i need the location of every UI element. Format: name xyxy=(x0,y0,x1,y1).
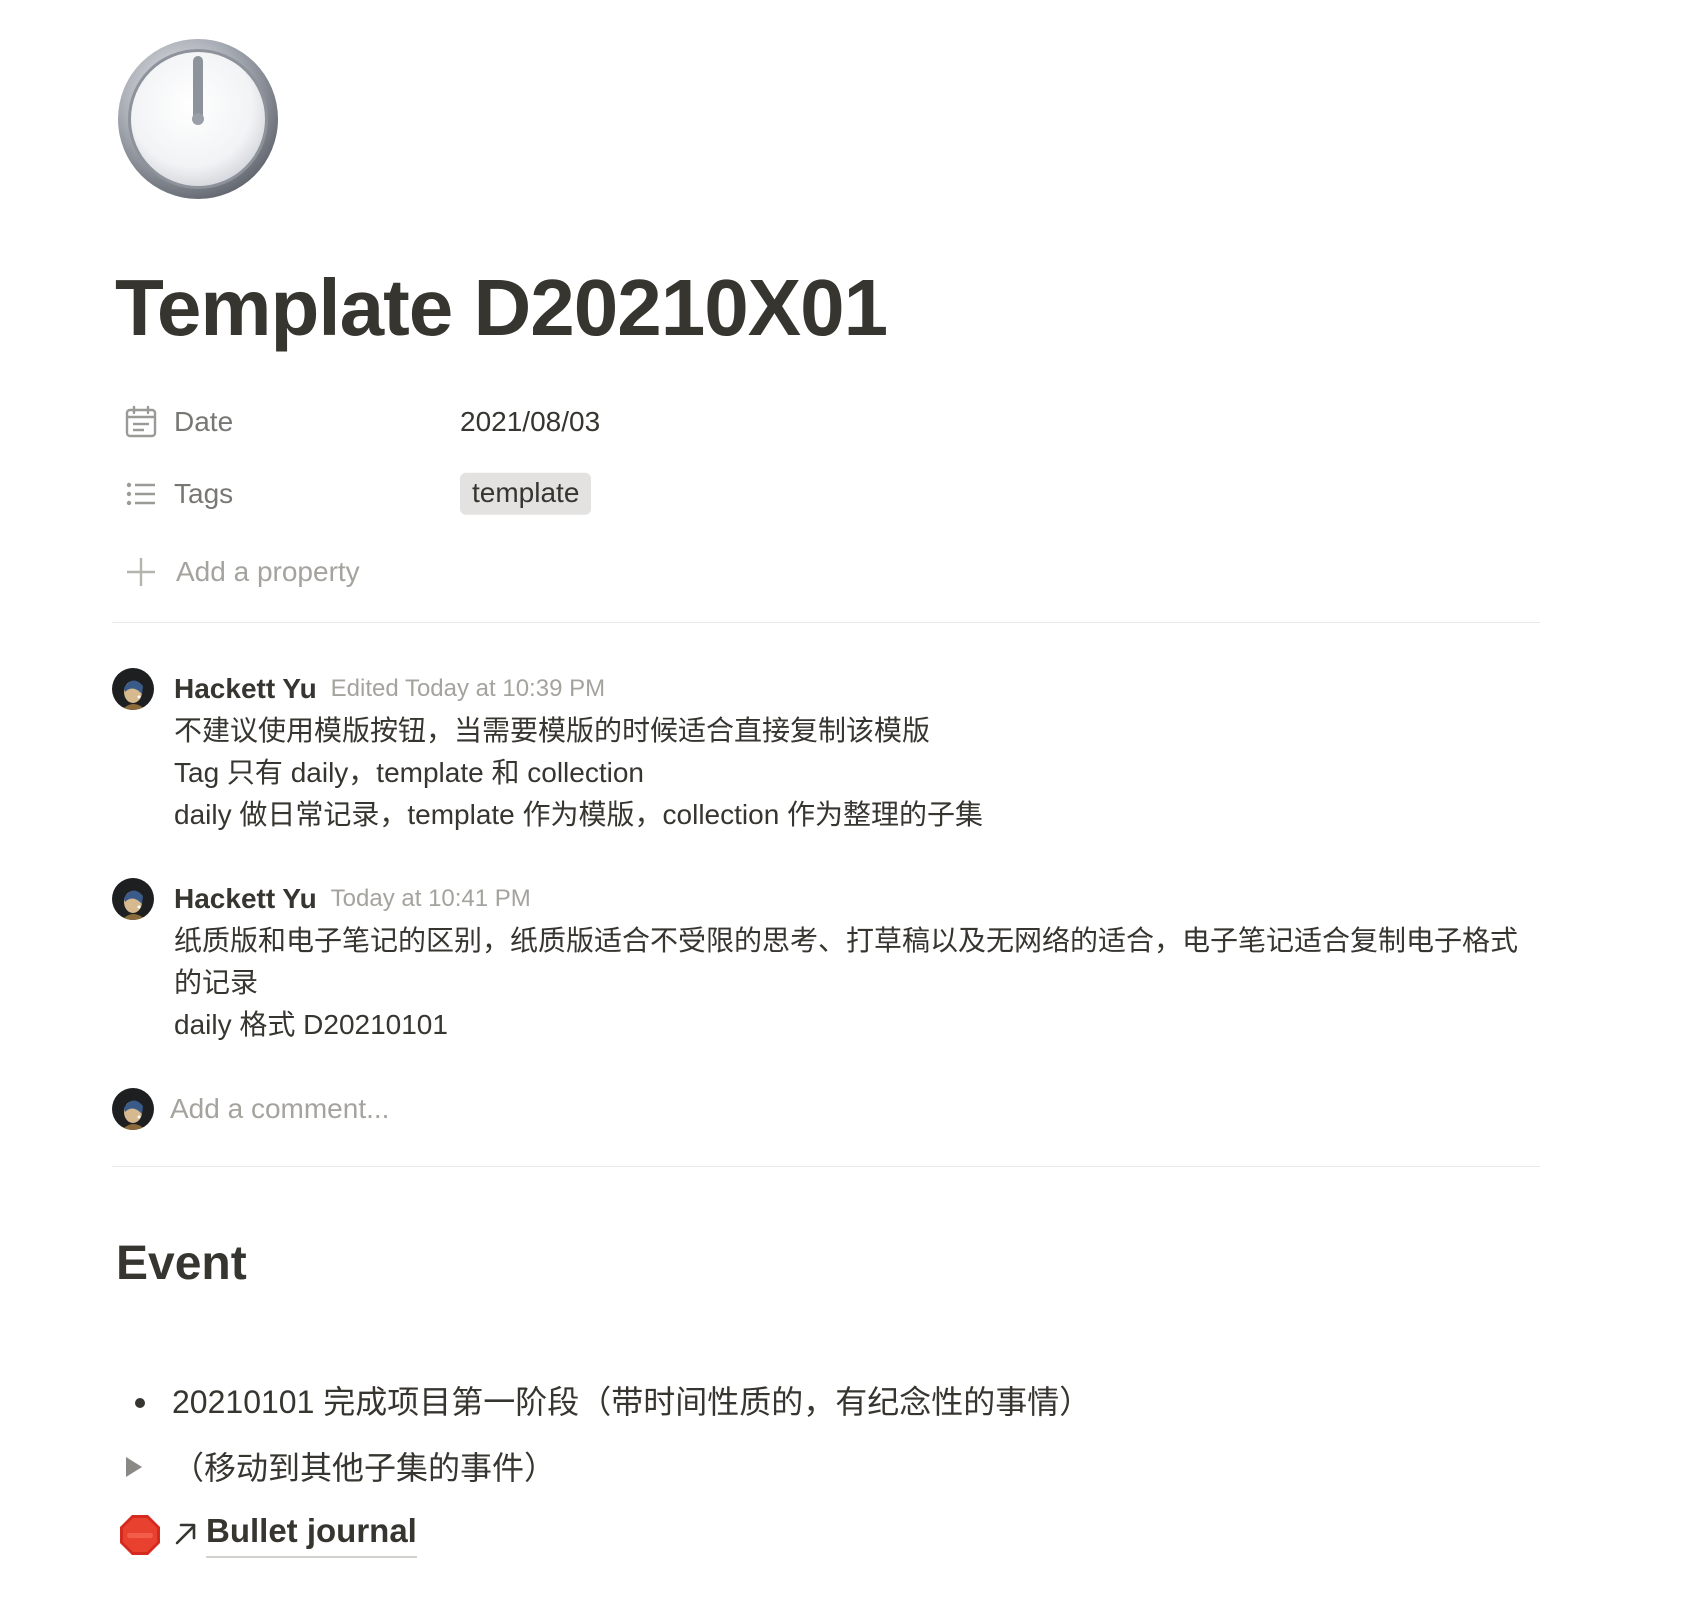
avatar xyxy=(112,1088,154,1130)
calendar-icon xyxy=(125,405,157,438)
property-value-tags[interactable]: template xyxy=(460,472,592,516)
toggle-text[interactable]: （移动到其他子集的事件） xyxy=(172,1440,556,1496)
avatar[interactable] xyxy=(112,668,154,710)
link-arrow-icon xyxy=(175,1523,196,1545)
comment-timestamp[interactable]: Edited Today at 10:39 PM xyxy=(331,675,605,703)
bullet-icon xyxy=(135,1398,145,1408)
property-tags[interactable]: Tags template xyxy=(120,472,1540,516)
comment-timestamp[interactable]: Today at 10:41 PM xyxy=(331,885,531,913)
comment-body: 不建议使用模版按钮，当需要模版的时候适合直接复制该模版 Tag 只有 daily… xyxy=(174,710,1544,836)
bulleted-list-item[interactable]: 20210101 完成项目第一阶段（带时间性质的，有纪念性的事情） xyxy=(116,1374,1536,1430)
comment: Hackett Yu Edited Today at 10:39 PM 不建议使… xyxy=(112,668,1540,830)
comment-header: Hackett Yu Today at 10:41 PM xyxy=(174,878,531,920)
stop-sign-icon xyxy=(120,1515,160,1555)
page-title[interactable]: Template D20210X01 xyxy=(115,262,888,354)
comment-composer: Add a comment... xyxy=(112,1088,1540,1130)
property-name[interactable]: Tags xyxy=(174,478,233,510)
toggle-arrow-icon[interactable] xyxy=(126,1457,142,1477)
page-link-title[interactable]: Bullet journal xyxy=(206,1506,417,1558)
comment-input[interactable]: Add a comment... xyxy=(170,1088,1470,1130)
add-property-button[interactable]: Add a property xyxy=(120,550,1540,594)
comment-header: Hackett Yu Edited Today at 10:39 PM xyxy=(174,668,605,710)
comment-line: 不建议使用模版按钮，当需要模版的时候适合直接复制该模版 xyxy=(174,715,931,746)
divider xyxy=(112,1166,1540,1167)
property-value-date[interactable]: 2021/08/03 xyxy=(460,406,600,438)
property-date[interactable]: Date 2021/08/03 xyxy=(120,400,1540,444)
comment-author[interactable]: Hackett Yu xyxy=(174,883,317,915)
add-property-label[interactable]: Add a property xyxy=(176,556,360,588)
toggle-block[interactable]: （移动到其他子集的事件） xyxy=(116,1440,1536,1496)
comment-line: 纸质版和电子笔记的区别，纸质版适合不受限的思考、打草稿以及无网络的适合，电子笔记… xyxy=(174,925,1519,998)
divider xyxy=(112,622,1540,623)
property-name[interactable]: Date xyxy=(174,406,233,438)
section-heading[interactable]: Event xyxy=(116,1236,247,1291)
link-to-page[interactable]: Bullet journal xyxy=(116,1506,1536,1562)
comment-line: daily 格式 D20210101 xyxy=(174,1009,448,1040)
clock-icon xyxy=(118,39,278,199)
bullet-text[interactable]: 20210101 完成项目第一阶段（带时间性质的，有纪念性的事情） xyxy=(172,1374,1091,1430)
avatar[interactable] xyxy=(112,878,154,920)
list-icon xyxy=(126,482,155,506)
tag-chip[interactable]: template xyxy=(460,472,592,516)
comment-line: Tag 只有 daily，template 和 collection xyxy=(174,757,644,788)
comment-body: 纸质版和电子笔记的区别，纸质版适合不受限的思考、打草稿以及无网络的适合，电子笔记… xyxy=(174,920,1544,1046)
plus-icon xyxy=(127,558,155,586)
comment: Hackett Yu Today at 10:41 PM 纸质版和电子笔记的区别… xyxy=(112,878,1540,1040)
comment-author[interactable]: Hackett Yu xyxy=(174,673,317,705)
comment-line: daily 做日常记录，template 作为模版，collection 作为整… xyxy=(174,799,984,830)
